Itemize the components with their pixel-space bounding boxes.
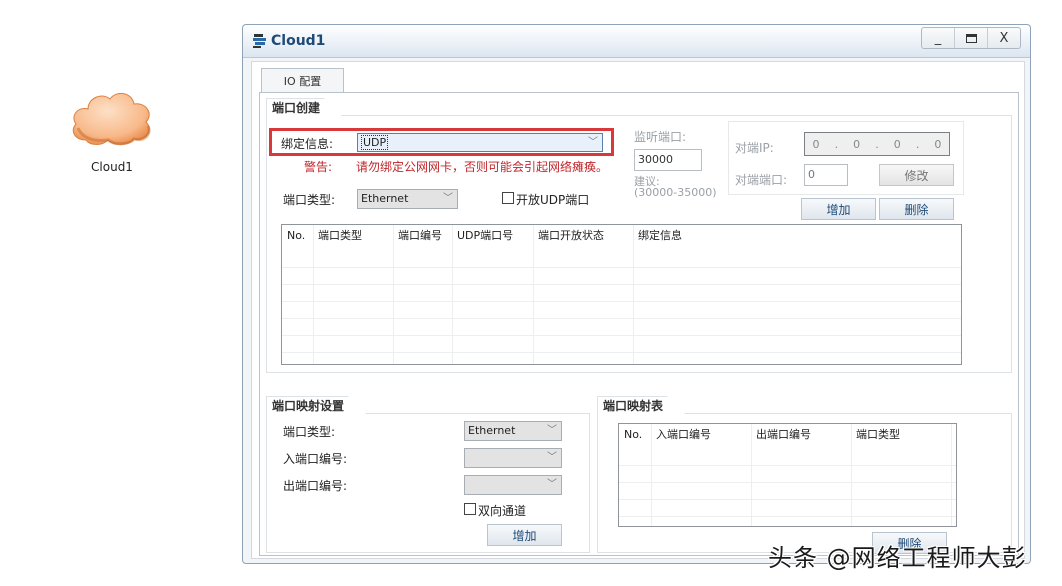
port-mapping-table-group: 端口映射表 No. 入端口编号 出端口编号 端口类型 删除	[597, 413, 1012, 554]
chevron-down-icon: ﹀	[547, 425, 557, 436]
column-header[interactable]: UDP端口号	[452, 225, 513, 247]
row-divider	[282, 352, 961, 353]
row-divider	[619, 482, 956, 483]
add-mapping-button[interactable]: 增加	[487, 524, 562, 546]
bind-info-select[interactable]: UDP ﹀	[357, 133, 603, 152]
window-controls: _ X	[921, 27, 1021, 49]
row-divider	[619, 499, 956, 500]
warning-label: 警告:	[304, 160, 333, 174]
port-type-select[interactable]: Ethernet ﹀	[357, 189, 458, 209]
chevron-down-icon: ﹀	[443, 193, 453, 204]
column-header[interactable]: No.	[619, 424, 642, 446]
column-header[interactable]: 出端口编号	[751, 424, 811, 446]
io-config-panel: 端口创建 绑定信息: UDP ﹀ 警告: 请勿绑定公网网卡，否则可能会引起网络瘫…	[259, 92, 1019, 556]
port-type-value: Ethernet	[361, 192, 409, 205]
row-divider	[619, 465, 956, 466]
peer-ip-input[interactable]: 0. 0. 0. 0	[804, 132, 950, 156]
ip-dot: .	[875, 137, 879, 151]
listen-port-input[interactable]: 30000	[634, 149, 702, 171]
out-port-label: 出端口编号:	[283, 479, 348, 493]
bind-info-label: 绑定信息:	[281, 137, 334, 151]
peer-settings-box: 对端IP: 0. 0. 0. 0 对端端口: 0 修改	[728, 121, 964, 195]
ip-dot: .	[834, 137, 839, 151]
minimize-icon: _	[934, 30, 942, 46]
chevron-down-icon: ﹀	[588, 137, 598, 148]
close-button[interactable]: X	[988, 28, 1020, 48]
device-label: Cloud1	[91, 160, 133, 174]
column-divider	[313, 225, 314, 364]
row-divider	[282, 335, 961, 336]
column-header[interactable]: 绑定信息	[633, 225, 682, 247]
maximize-icon	[965, 33, 977, 43]
port-mapping-table: No. 入端口编号 出端口编号 端口类型	[618, 423, 957, 527]
tab-io-config[interactable]: IO 配置	[261, 68, 344, 92]
bidirectional-checkbox[interactable]	[464, 503, 476, 515]
cloud-config-window: Cloud1 _ X IO 配置 端口创建 绑定信息: UDP ﹀ 警告: 请勿…	[242, 24, 1031, 564]
open-udp-checkbox[interactable]	[502, 192, 514, 204]
column-divider	[651, 424, 652, 526]
ip-octet: 0	[853, 137, 861, 151]
mapping-port-type-label: 端口类型:	[283, 425, 336, 439]
in-port-label: 入端口编号:	[283, 452, 348, 466]
ip-octet: 0	[812, 137, 820, 151]
column-divider	[851, 424, 852, 526]
port-mapping-settings-title: 端口映射设置	[266, 396, 366, 414]
listen-port-label: 监听端口:	[634, 130, 687, 144]
bind-info-value: UDP	[361, 135, 389, 150]
column-header[interactable]: 入端口编号	[651, 424, 711, 446]
maximize-button[interactable]	[955, 28, 988, 48]
port-table: No. 端口类型 端口编号 UDP端口号 端口开放状态 绑定信息	[281, 224, 962, 365]
mapping-port-type-value: Ethernet	[468, 424, 516, 437]
column-header[interactable]: 端口类型	[313, 225, 362, 247]
in-port-select[interactable]: ﹀	[464, 448, 562, 468]
column-header[interactable]: 端口类型	[851, 424, 900, 446]
add-port-button[interactable]: 增加	[801, 198, 876, 220]
port-type-label: 端口类型:	[283, 193, 336, 207]
peer-port-input[interactable]: 0	[804, 164, 848, 186]
row-divider	[282, 267, 961, 268]
peer-port-label: 对端端口:	[735, 173, 788, 187]
column-divider	[393, 225, 394, 364]
row-divider	[282, 318, 961, 319]
column-header[interactable]: No.	[282, 225, 305, 247]
bidirectional-label: 双向通道	[478, 504, 527, 518]
ip-octet: 0	[934, 137, 942, 151]
window-content: IO 配置 端口创建 绑定信息: UDP ﹀ 警告: 请勿绑定公网网卡，否则可能…	[251, 61, 1025, 559]
peer-ip-label: 对端IP:	[735, 141, 774, 155]
title-bar[interactable]: Cloud1 _ X	[243, 25, 1030, 58]
delete-port-button[interactable]: 删除	[879, 198, 954, 220]
port-mapping-settings-group: 端口映射设置 端口类型: Ethernet ﹀ 入端口编号: ﹀ 出端口编号: …	[266, 413, 590, 553]
port-mapping-table-title: 端口映射表	[597, 396, 685, 414]
cloud-app-icon	[253, 34, 266, 48]
window-title: Cloud1	[271, 33, 326, 49]
suggest-range: (30000-35000)	[634, 186, 717, 199]
row-divider	[619, 516, 956, 517]
cloud-icon	[72, 92, 151, 146]
column-header[interactable]: 端口编号	[393, 225, 442, 247]
column-header[interactable]: 端口开放状态	[533, 225, 604, 247]
open-udp-label: 开放UDP端口	[516, 193, 590, 207]
minimize-button[interactable]: _	[922, 28, 955, 48]
row-divider	[282, 284, 961, 285]
ip-dot: .	[915, 137, 920, 151]
cloud-device[interactable]: Cloud1	[64, 84, 160, 176]
column-divider	[751, 424, 752, 526]
row-divider	[282, 301, 961, 302]
watermark: 头条 @网络工程师大彭	[768, 544, 1027, 572]
close-icon: X	[999, 30, 1009, 46]
ip-octet: 0	[893, 137, 901, 151]
column-divider	[533, 225, 534, 364]
column-divider	[633, 225, 634, 364]
modify-button[interactable]: 修改	[879, 164, 954, 186]
column-divider	[951, 424, 952, 526]
mapping-port-type-select[interactable]: Ethernet ﹀	[464, 421, 562, 441]
chevron-down-icon: ﹀	[547, 479, 557, 490]
port-create-title: 端口创建	[266, 98, 342, 116]
warning-text: 请勿绑定公网网卡，否则可能会引起网络瘫痪。	[356, 160, 609, 174]
port-create-group: 端口创建 绑定信息: UDP ﹀ 警告: 请勿绑定公网网卡，否则可能会引起网络瘫…	[266, 115, 1012, 373]
column-divider	[452, 225, 453, 364]
out-port-select[interactable]: ﹀	[464, 475, 562, 495]
chevron-down-icon: ﹀	[547, 452, 557, 463]
